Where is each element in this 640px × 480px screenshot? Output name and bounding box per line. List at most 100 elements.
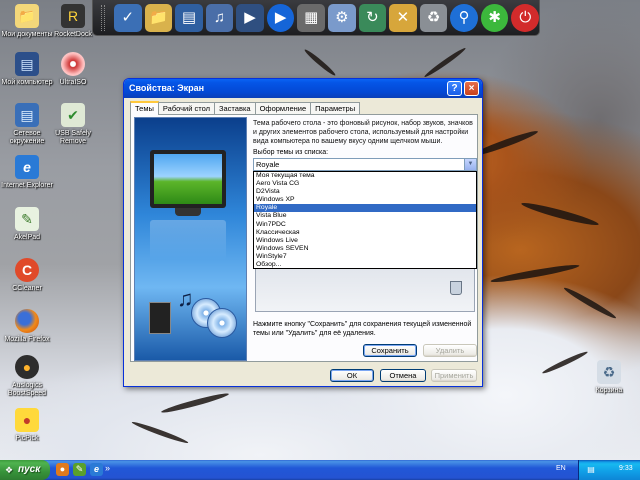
theme-option[interactable]: Моя текущая тема <box>254 172 476 180</box>
dialog-titlebar[interactable]: Свойства: Экран ? × <box>124 79 482 98</box>
video-icon[interactable]: ▶ <box>236 3 264 32</box>
taskbar-quick-launch: ● ✎ e <box>56 463 103 476</box>
help-button[interactable]: ? <box>447 81 462 96</box>
usb-icon: ✔ <box>61 103 85 127</box>
pen-icon[interactable]: ✎ <box>73 463 86 476</box>
quick-launch-dock: ✓ 📁 ▤ ♫ ▶ ▶ ▦ ⚙ ↻ ✕ ♻ ⚲ ✱ ⏻ <box>92 0 540 36</box>
disc-icon <box>61 52 85 76</box>
desktop-icon-internet-explorer[interactable]: e Internet Explorer <box>0 155 54 190</box>
cancel-button[interactable]: Отмена <box>380 369 426 382</box>
start-label: пуск <box>18 464 41 475</box>
help-icon[interactable]: ✱ <box>480 3 509 32</box>
taskbar: ❖ пуск ● ✎ e » EN ▤ 9:33 <box>0 460 640 480</box>
notepad-icon: ✎ <box>15 207 39 231</box>
search-icon[interactable]: ⚲ <box>450 3 478 32</box>
theme-option[interactable]: Windows XP <box>254 196 476 204</box>
ie-icon[interactable]: e <box>90 463 103 476</box>
play-icon[interactable]: ▶ <box>266 3 295 32</box>
theme-option[interactable]: Aero Vista CG <box>254 180 476 188</box>
desktop-icon-ultraiso[interactable]: UltraISO <box>46 52 100 87</box>
music-icon[interactable]: ♫ <box>205 3 234 32</box>
clock[interactable]: 9:33 <box>619 465 633 472</box>
desktop-icon-label: CCleaner <box>12 285 42 292</box>
firefox-icon <box>15 309 39 333</box>
monitor-illustration <box>150 150 226 208</box>
theme-preview-image: ♫ <box>134 117 247 361</box>
dock-grip[interactable] <box>101 4 105 31</box>
boostspeed-icon: ● <box>15 355 39 379</box>
desktop-icon-picpick[interactable]: ● PicPick <box>0 408 54 443</box>
desktop-icon-ccleaner[interactable]: C CCleaner <box>0 258 54 293</box>
start-button[interactable]: ❖ пуск <box>0 460 50 480</box>
system-tray: ▤ 9:33 <box>578 460 640 480</box>
desktop-icon-label: Internet Explorer <box>1 182 53 189</box>
theme-option[interactable]: Vista Blue <box>254 212 476 220</box>
desktop-icon-label: UltraISO <box>59 79 87 86</box>
network-refresh-icon[interactable]: ↻ <box>358 3 387 32</box>
theme-option[interactable]: Royale <box>254 204 476 213</box>
save-theme-button[interactable]: Сохранить <box>363 344 417 357</box>
music-note-icon: ♫ <box>177 286 194 311</box>
tab-themes[interactable]: Темы <box>130 101 159 115</box>
desktop-icon-label: AkelPad <box>13 234 41 241</box>
desktop-icon-label: Сетевое окружение <box>9 130 45 145</box>
theme-select[interactable]: Royale ▼ <box>253 158 477 171</box>
desktop-icon-label: USB Safely Remove <box>55 130 91 145</box>
dialog-title: Свойства: Экран <box>129 83 205 93</box>
theme-option[interactable]: Обзор... <box>254 261 476 269</box>
quick-launch-chevron[interactable]: » <box>105 463 110 473</box>
ok-button[interactable]: ОК <box>330 369 374 382</box>
firefox-icon[interactable]: ● <box>56 463 69 476</box>
folder-icon[interactable]: 📁 <box>144 3 173 32</box>
close-button[interactable]: × <box>464 81 479 96</box>
computer-icon: ▤ <box>15 52 39 76</box>
cleanup-icon[interactable]: ♻ <box>419 3 448 32</box>
display-properties-dialog: Свойства: Экран ? × Темы Рабочий стол За… <box>123 78 483 387</box>
media-illustration: ♫ <box>149 286 239 344</box>
ie-icon: e <box>15 155 39 179</box>
calculator-icon[interactable]: ▦ <box>297 3 326 32</box>
theme-description: Тема рабочего стола - это фоновый рисуно… <box>253 120 473 145</box>
tab-strip: Темы Рабочий стол Заставка Оформление Па… <box>130 101 361 115</box>
close-box-icon[interactable]: ✕ <box>389 3 417 32</box>
theme-option[interactable]: D2Vista <box>254 188 476 196</box>
monitor-check-icon[interactable]: ✓ <box>113 3 142 32</box>
desktop-icon-label: Mozilla Firefox <box>4 336 50 343</box>
desktop-icon-label: Мои документы <box>1 31 53 38</box>
theme-option[interactable]: Классическая <box>254 229 476 237</box>
theme-select-label: Выбор темы из списка: <box>253 149 329 156</box>
chevron-down-icon[interactable]: ▼ <box>464 159 476 170</box>
windows-logo-icon: ❖ <box>4 465 14 475</box>
network-status-icon[interactable]: ▤ <box>585 464 597 476</box>
themes-panel: ♫ Тема рабочего стола - это фоновый рису… <box>130 114 478 362</box>
picpick-icon: ● <box>15 408 39 432</box>
desktop-icon-akelpad[interactable]: ✎ AkelPad <box>0 207 54 242</box>
desktop-icon-firefox[interactable]: Mozilla Firefox <box>0 309 54 344</box>
recycle-bin-icon <box>450 281 462 295</box>
network-icon: ▤ <box>15 103 39 127</box>
folder-icon: 📁 <box>15 4 39 28</box>
apply-button[interactable]: Применить <box>431 369 477 382</box>
power-icon[interactable]: ⏻ <box>511 3 540 32</box>
theme-option[interactable]: WinStyle7 <box>254 253 476 261</box>
desktop-icon-usb-safely-remove[interactable]: ✔ USB Safely Remove <box>46 103 100 146</box>
theme-option[interactable]: Win7PDC <box>254 221 476 229</box>
ccleaner-icon: C <box>15 258 39 282</box>
theme-select-value: Royale <box>256 160 280 169</box>
desktop-icon-label: Корзина <box>595 387 623 394</box>
theme-option[interactable]: Windows SEVEN <box>254 245 476 253</box>
language-indicator[interactable]: EN <box>556 465 566 472</box>
desktop-icon-recycle-bin[interactable]: ♻ Корзина <box>582 360 636 395</box>
rocket-icon: R <box>61 4 85 28</box>
delete-theme-button[interactable]: Удалить <box>423 344 477 357</box>
desktop-icon-boostspeed[interactable]: ● Auslogics BoostSpeed <box>0 355 54 398</box>
theme-option[interactable]: Windows Live <box>254 237 476 245</box>
theme-dropdown-list[interactable]: Моя текущая тема Aero Vista CG D2Vista Wind… <box>253 171 477 269</box>
document-icon[interactable]: ▤ <box>175 3 203 32</box>
desktop-icon-label: Auslogics BoostSpeed <box>7 382 47 397</box>
recycle-bin-icon: ♻ <box>597 360 621 384</box>
save-hint-text: Нажмите кнопку "Сохранить" для сохранени… <box>253 321 472 337</box>
desktop-icon-label: Мой компьютер <box>1 79 53 86</box>
desktop-icon-label: PicPick <box>15 435 39 442</box>
settings-icon[interactable]: ⚙ <box>328 3 356 32</box>
